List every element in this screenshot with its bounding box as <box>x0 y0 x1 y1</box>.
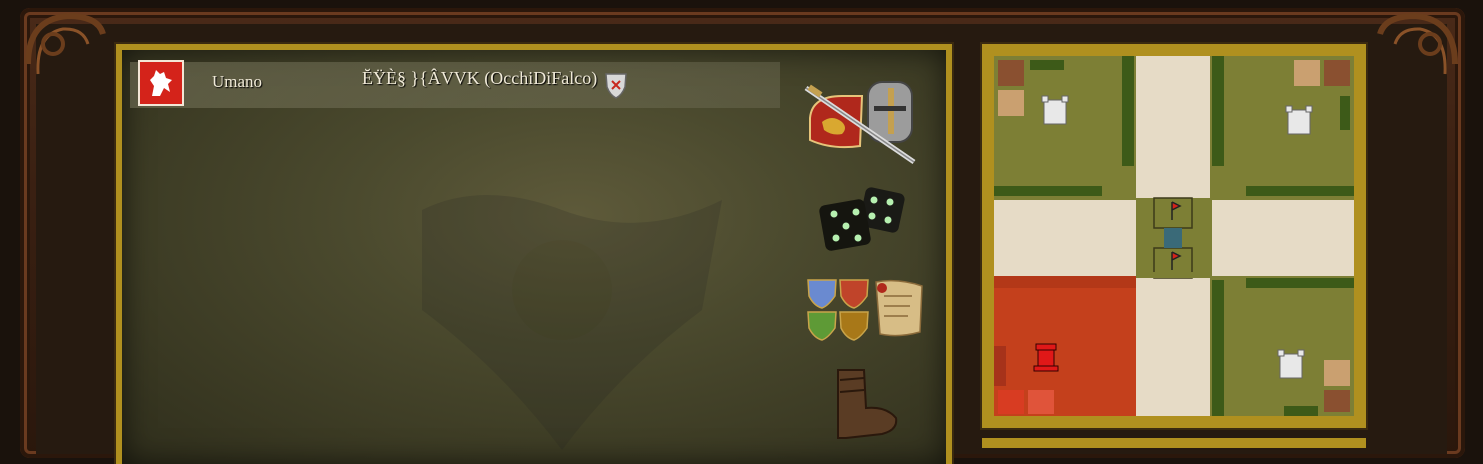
dice-icon[interactable] <box>816 184 916 256</box>
lion-rampant-icon <box>150 70 172 96</box>
background-crest-watermark <box>422 195 722 450</box>
ornament-corner-left <box>25 12 106 75</box>
bottom-panel-edge <box>982 438 1366 448</box>
factions-icon[interactable] <box>802 276 928 344</box>
ornament-corner-right <box>1377 12 1458 75</box>
castle-icon-bottom-right <box>1277 349 1305 379</box>
player-emblem[interactable] <box>138 60 184 106</box>
player-keep-icon <box>1033 343 1059 372</box>
player-race-label: Umano <box>212 72 263 91</box>
kick-player-shield-icon[interactable] <box>604 71 628 99</box>
minimap-terrain <box>994 56 1354 416</box>
player-list-panel: Umano ĔŸÈ§ }{ÂVVK (OcchiDiFalco) <box>116 44 952 464</box>
minimap-panel <box>982 44 1366 428</box>
leave-boot-icon[interactable] <box>816 366 906 446</box>
minimap[interactable] <box>994 56 1354 416</box>
castle-icon-top-left <box>1041 95 1069 125</box>
battle-settings-icon[interactable] <box>802 78 922 168</box>
castle-icon-top-right <box>1285 105 1313 135</box>
player-name-label: ĔŸÈ§ }{ÂVVK (OcchiDiFalco) <box>362 68 598 88</box>
